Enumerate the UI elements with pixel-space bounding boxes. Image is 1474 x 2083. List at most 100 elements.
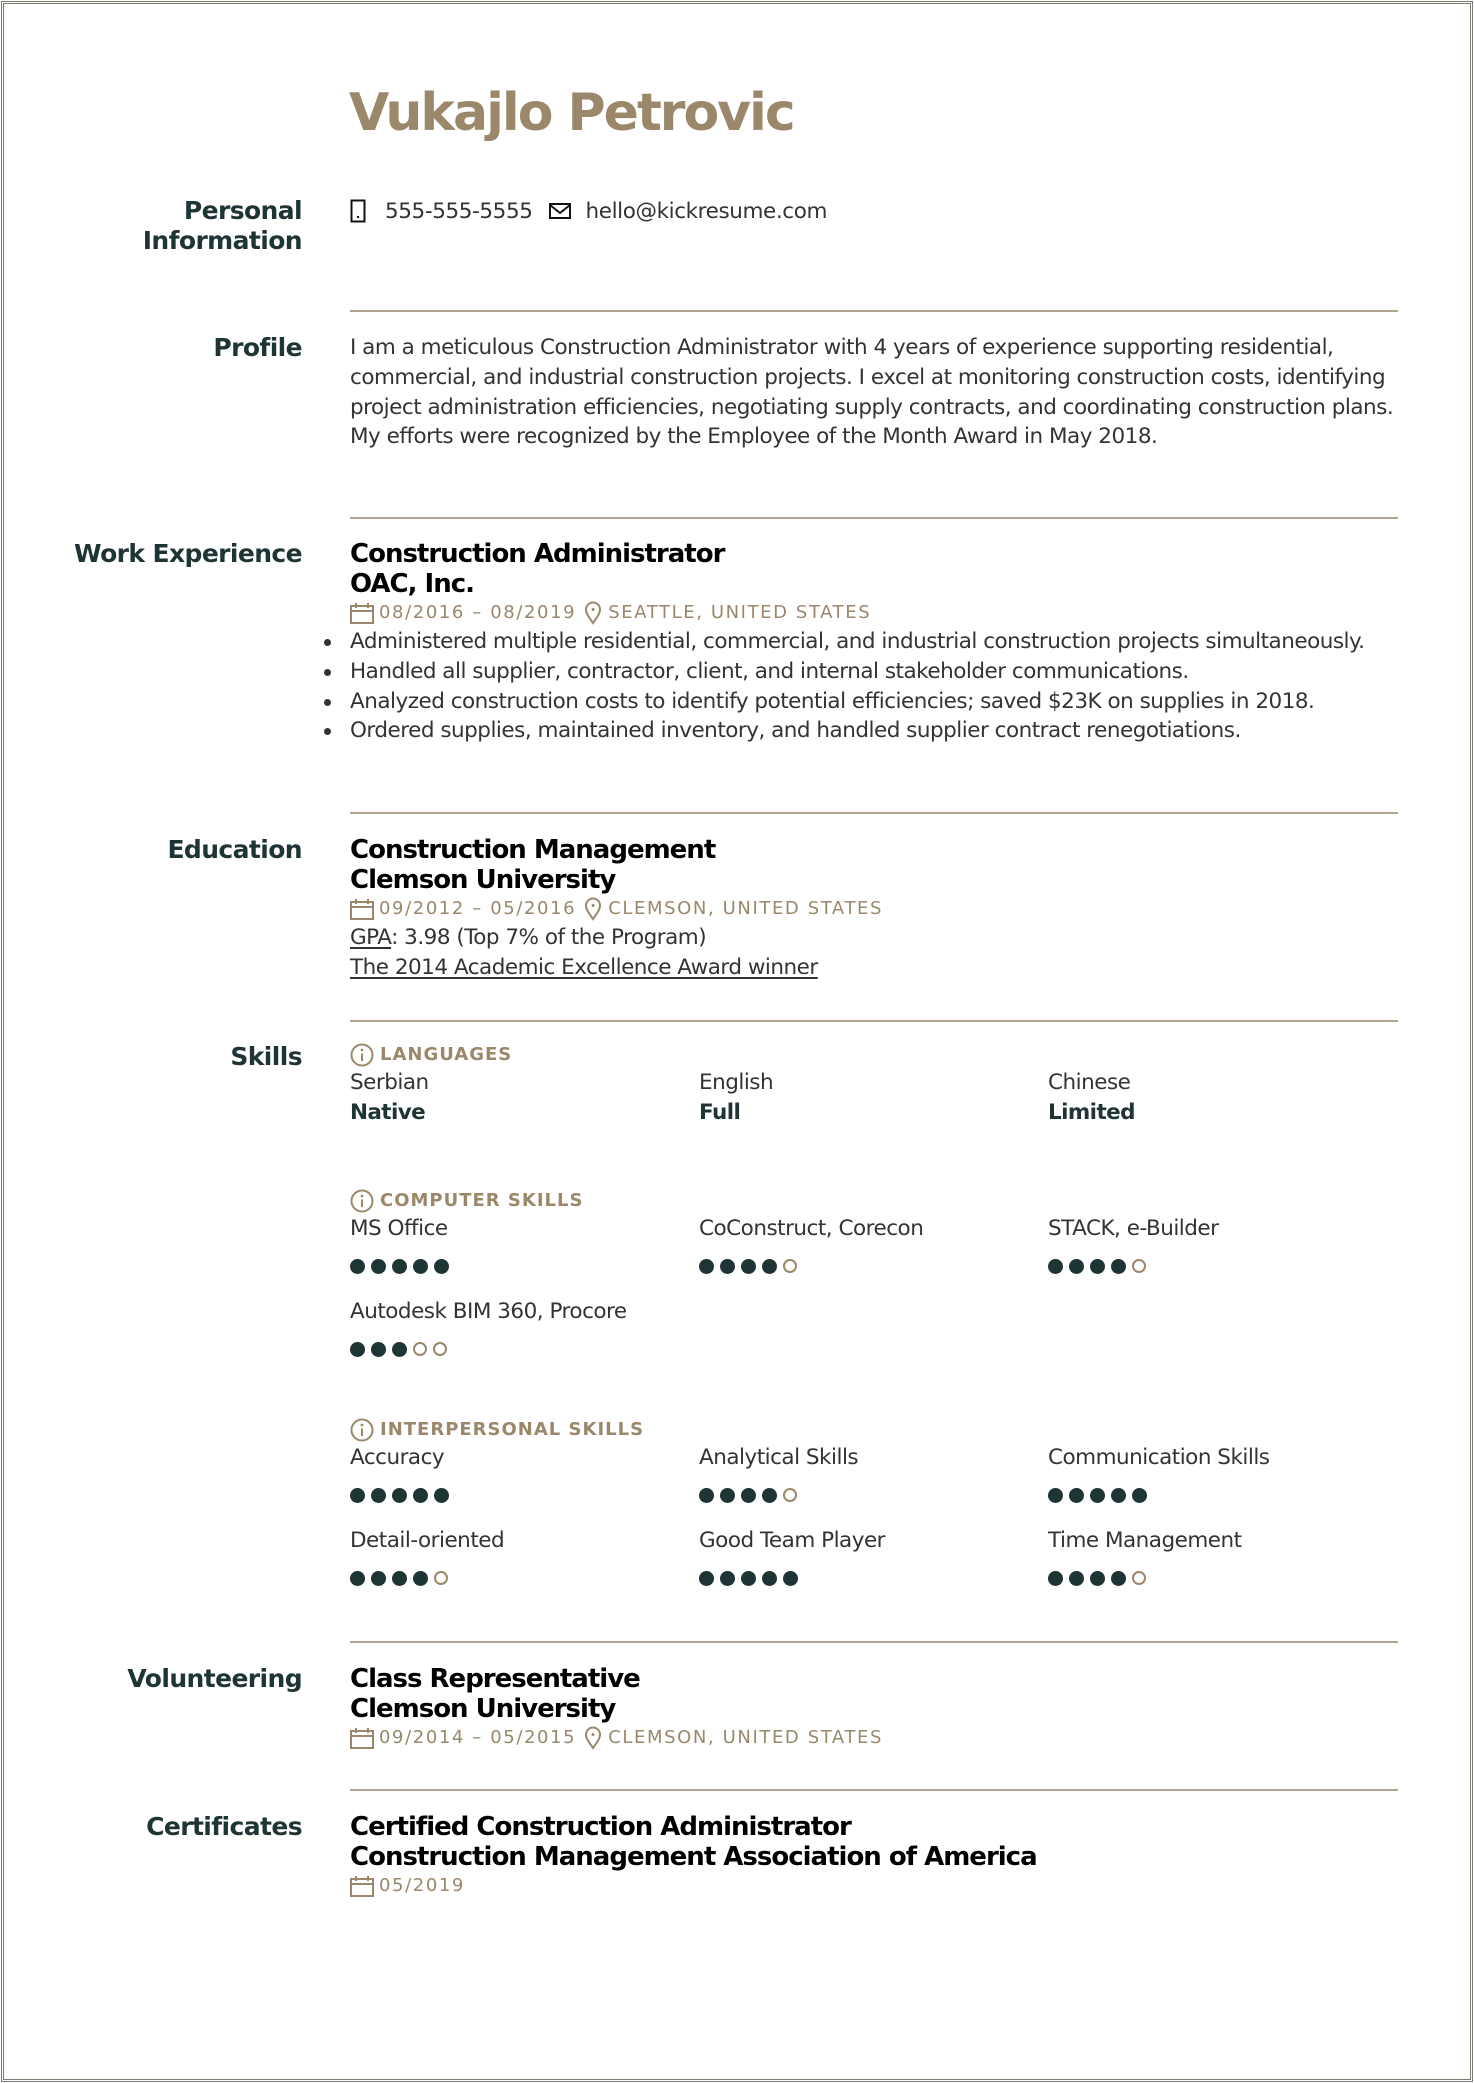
award-line: The 2014 Academic Excellence Award winne… [350, 954, 818, 980]
phone-icon [350, 199, 366, 223]
rating-dot-filled [1111, 1487, 1126, 1503]
rating-dot-filled [434, 1258, 449, 1274]
rating-dot-empty [783, 1259, 797, 1273]
candidate-name: Vukajlo Petrovic [349, 83, 796, 143]
language-item: Chinese Limited [1048, 1068, 1397, 1128]
profile-summary: I am a meticulous Construction Administr… [350, 335, 1394, 450]
education-location: CLEMSON, UNITED STATES [608, 898, 884, 919]
work-entry: Construction Administrator OAC, Inc. 08/… [324, 539, 1398, 746]
gpa-label: GPA [350, 925, 392, 950]
skill-item: Time Management [1048, 1526, 1397, 1586]
location-pin-icon [585, 601, 602, 625]
skill-group-heading: LANGUAGES [350, 1042, 1398, 1068]
rating-dot-filled [371, 1570, 386, 1586]
rating-dot-empty [1132, 1571, 1146, 1585]
skill-group-heading: INTERPERSONAL SKILLS [350, 1417, 1398, 1443]
rating-dot-filled [371, 1487, 386, 1503]
rating-dot-filled [699, 1258, 714, 1274]
skill-item: Autodesk BIM 360, Procore [350, 1297, 699, 1357]
rating-dot-filled [1069, 1570, 1084, 1586]
job-title: Construction Administrator [350, 539, 725, 569]
job-bullet: Handled all supplier, contractor, client… [324, 657, 1398, 687]
skill-name: STACK, e-Builder [1048, 1216, 1219, 1241]
rating-dot-filled [1090, 1487, 1105, 1503]
calendar-icon [350, 1876, 374, 1897]
skill-list: MS Office CoConstruct, Corecon STACK, e-… [350, 1214, 1398, 1357]
rating-dot-filled [392, 1570, 407, 1586]
info-icon [350, 1418, 374, 1442]
phone-number: 555-555-5555 [385, 198, 533, 224]
rating-dot-filled [1111, 1570, 1126, 1586]
email-address: hello@kickresume.com [585, 198, 828, 224]
rating-dot-filled [720, 1258, 735, 1274]
skill-name: Analytical Skills [699, 1445, 859, 1470]
skill-rating [350, 1487, 699, 1503]
skill-group-title: LANGUAGES [380, 1044, 513, 1065]
calendar-icon [350, 899, 374, 920]
certificate-entry: Certified Construction Administrator Con… [350, 1812, 1398, 1900]
language-item: Serbian Native [350, 1068, 699, 1128]
info-icon [350, 1043, 374, 1067]
calendar-icon [350, 603, 374, 624]
rating-dot-filled [741, 1487, 756, 1503]
job-location: SEATTLE, UNITED STATES [608, 602, 872, 623]
skill-item: Accuracy [350, 1443, 699, 1503]
language-name: Serbian [350, 1070, 429, 1095]
rating-dot-empty [434, 1571, 448, 1585]
language-level: Limited [1048, 1100, 1136, 1125]
skill-name: Time Management [1048, 1528, 1242, 1553]
language-list: Serbian Native English Full Chinese Limited [350, 1068, 1398, 1128]
language-item: English Full [699, 1068, 1048, 1128]
skill-list: Accuracy Analytical Skills Communication… [350, 1443, 1398, 1586]
rating-dot-filled [434, 1487, 449, 1503]
rating-dot-filled [720, 1487, 735, 1503]
job-bullets: Administered multiple residential, comme… [324, 627, 1398, 746]
job-bullet: Administered multiple residential, comme… [324, 627, 1398, 657]
skill-name: Autodesk BIM 360, Procore [350, 1299, 627, 1324]
rating-dot-filled [1132, 1487, 1147, 1503]
skill-rating [350, 1258, 699, 1274]
skill-name: Accuracy [350, 1445, 445, 1470]
language-name: English [699, 1070, 774, 1095]
job-meta: 08/2016 – 08/2019 SEATTLE, UNITED STATES [350, 599, 1398, 627]
school-name: Clemson University [350, 865, 616, 895]
rating-dot-filled [1048, 1487, 1063, 1503]
volunteering-entry: Class Representative Clemson University … [350, 1664, 1398, 1752]
skill-rating [1048, 1258, 1397, 1274]
rating-dot-filled [1048, 1258, 1063, 1274]
skill-rating [1048, 1570, 1397, 1586]
employer: OAC, Inc. [350, 569, 475, 599]
rating-dot-filled [350, 1487, 365, 1503]
rating-dot-filled [762, 1570, 777, 1586]
education-meta: 09/2012 – 05/2016 CLEMSON, UNITED STATES [350, 895, 1398, 923]
skills-content: LANGUAGES Serbian Native English Full Chin… [350, 1042, 1398, 1586]
rating-dot-filled [1069, 1487, 1084, 1503]
rating-dot-filled [699, 1487, 714, 1503]
rating-dot-filled [350, 1341, 365, 1357]
skill-group-heading: COMPUTER SKILLS [350, 1188, 1398, 1214]
certificate-date: 05/2019 [379, 1875, 465, 1896]
location-pin-icon [585, 1726, 602, 1750]
language-name: Chinese [1048, 1070, 1131, 1095]
rating-dot-filled [1111, 1258, 1126, 1274]
skill-item: Analytical Skills [699, 1443, 1048, 1503]
section-divider [350, 517, 1398, 519]
section-divider [350, 1789, 1398, 1791]
certificate-issuer: Construction Management Association of A… [350, 1842, 1038, 1872]
rating-dot-filled [741, 1258, 756, 1274]
skill-name: CoConstruct, Corecon [699, 1216, 924, 1241]
rating-dot-filled [762, 1487, 777, 1503]
skill-group-title: COMPUTER SKILLS [380, 1190, 584, 1211]
rating-dot-filled [371, 1341, 386, 1357]
envelope-icon [548, 203, 571, 219]
skill-item: CoConstruct, Corecon [699, 1214, 1048, 1274]
rating-dot-empty [783, 1488, 797, 1502]
rating-dot-filled [699, 1570, 714, 1586]
rating-dot-filled [350, 1258, 365, 1274]
label-line: Personal [183, 196, 303, 225]
rating-dot-empty [413, 1342, 427, 1356]
rating-dot-filled [1090, 1570, 1105, 1586]
job-bullet: Analyzed construction costs to identify … [324, 687, 1398, 717]
skill-item: Detail-oriented [350, 1526, 699, 1586]
rating-dot-filled [392, 1258, 407, 1274]
